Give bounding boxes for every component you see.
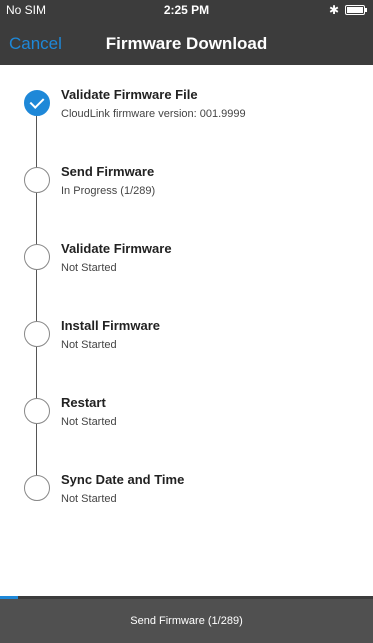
step-sync-date-time: Sync Date and Time Not Started	[0, 472, 373, 532]
step-status: Not Started	[61, 493, 117, 505]
step-circle-icon	[24, 475, 50, 501]
step-title: Validate Firmware	[61, 241, 172, 256]
bottom-status-bar: Send Firmware (1/289)	[0, 599, 373, 643]
step-title: Restart	[61, 395, 106, 410]
step-status: Not Started	[61, 339, 117, 351]
progress-label: Send Firmware (1/289)	[130, 615, 243, 627]
step-status: Not Started	[61, 416, 117, 428]
step-title: Sync Date and Time	[61, 472, 185, 487]
nav-bar: Cancel Firmware Download	[0, 20, 373, 65]
step-validate-firmware: Validate Firmware Not Started	[0, 241, 373, 301]
battery-icon	[345, 5, 367, 15]
step-send-firmware: Send Firmware In Progress (1/289)	[0, 164, 373, 224]
cancel-button[interactable]: Cancel	[9, 34, 62, 54]
step-install-firmware: Install Firmware Not Started	[0, 318, 373, 378]
status-time: 2:25 PM	[163, 3, 210, 17]
bluetooth-icon: ✱	[328, 3, 339, 17]
checkmark-icon	[24, 90, 50, 116]
status-bar: No SIM 2:25 PM ✱	[0, 0, 373, 20]
step-circle-icon	[24, 398, 50, 424]
step-title: Validate Firmware File	[61, 87, 198, 102]
step-restart: Restart Not Started	[0, 395, 373, 455]
step-circle-icon	[24, 244, 50, 270]
status-icons: ✱	[328, 3, 367, 17]
step-status: CloudLink firmware version: 001.9999	[61, 108, 246, 120]
step-validate-firmware-file: Validate Firmware File CloudLink firmwar…	[0, 87, 373, 147]
step-status: Not Started	[61, 262, 117, 274]
step-circle-icon	[24, 167, 50, 193]
step-status: In Progress (1/289)	[61, 185, 156, 197]
step-circle-icon	[24, 321, 50, 347]
step-title: Install Firmware	[61, 318, 160, 333]
step-title: Send Firmware	[61, 164, 155, 179]
